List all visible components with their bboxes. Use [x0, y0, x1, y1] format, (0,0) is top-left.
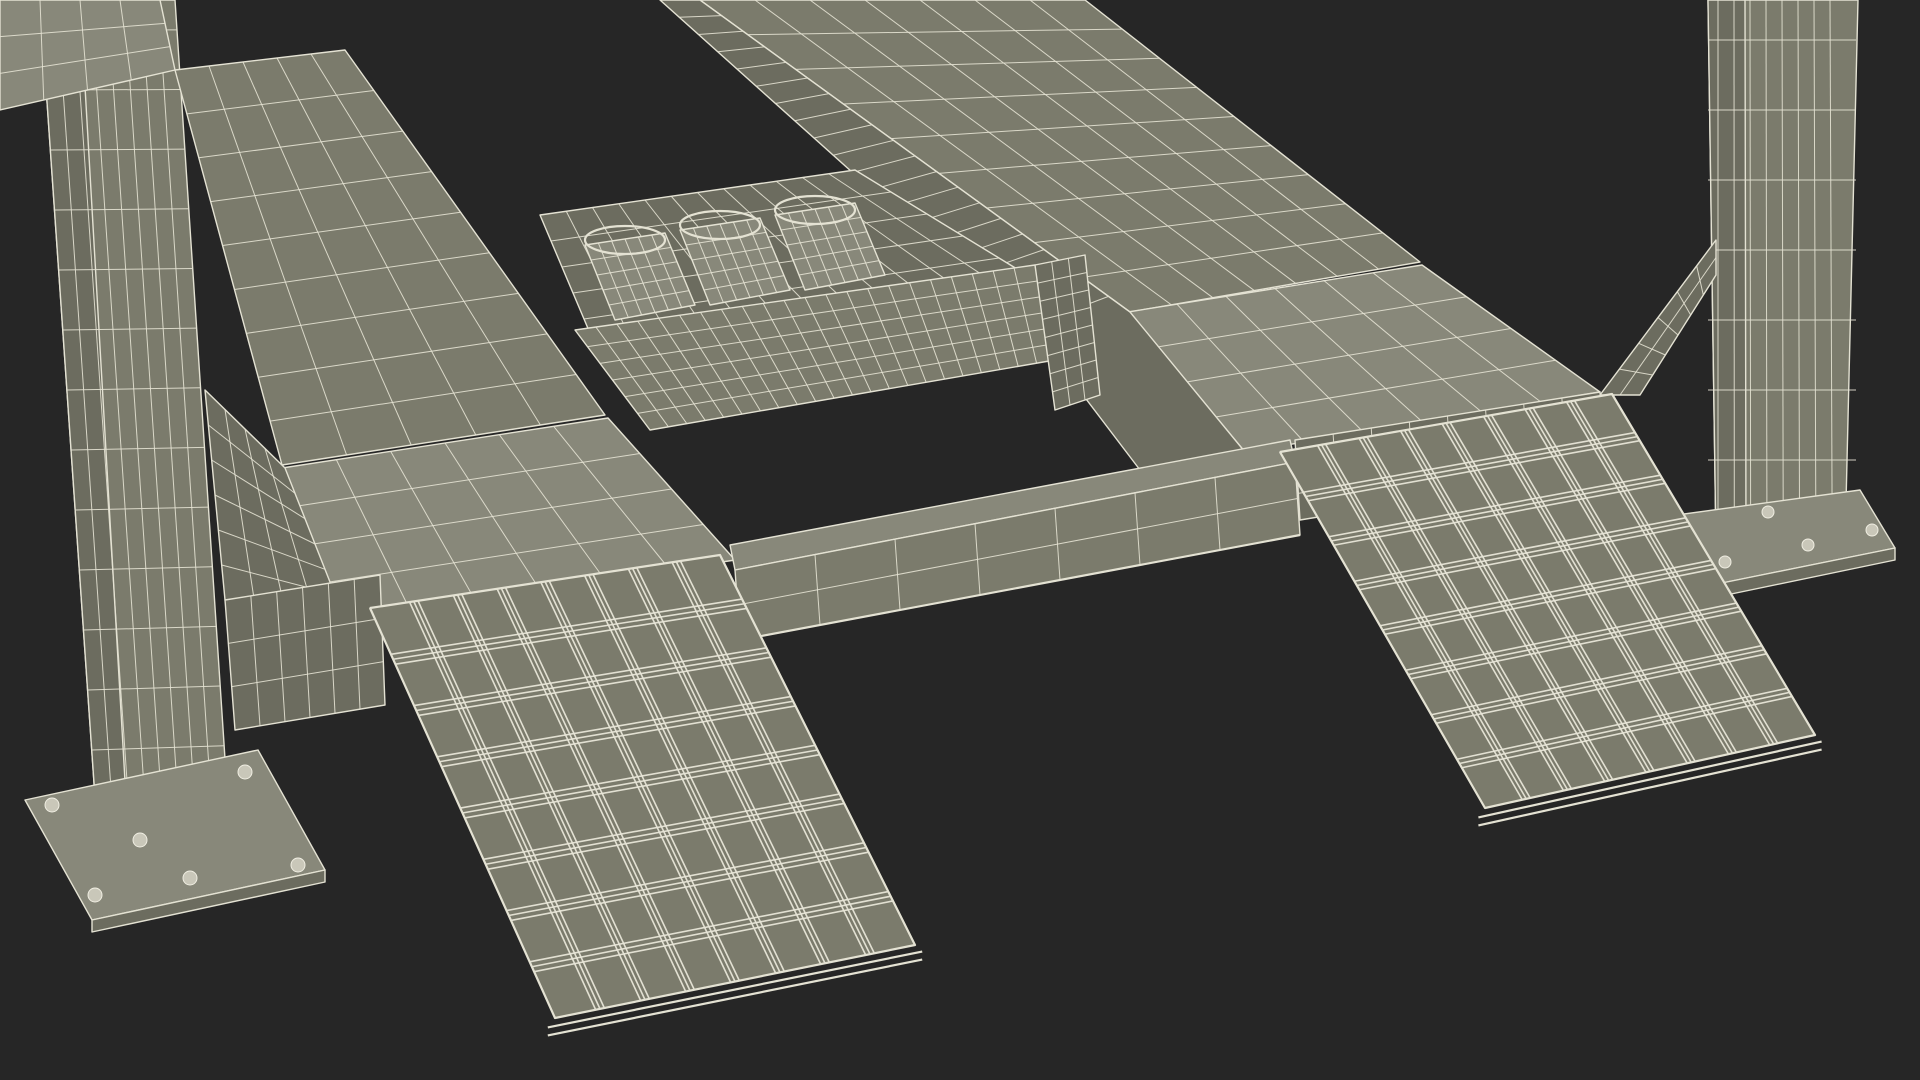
left-ramp [368, 553, 923, 1037]
car-lift-wireframe [0, 0, 1896, 1037]
left-base-plate [24, 749, 326, 933]
